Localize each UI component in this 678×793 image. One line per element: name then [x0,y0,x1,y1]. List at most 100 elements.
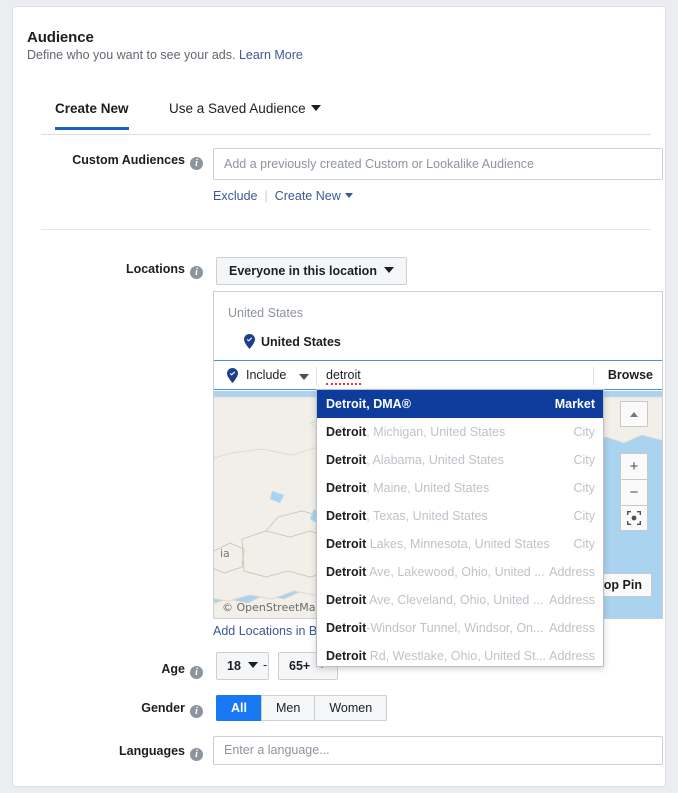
suggestion-rest: -Windsor Tunnel, Windsor, On... [366,621,543,635]
info-icon[interactable]: i [190,266,203,279]
gender-label-text: Gender [141,701,185,715]
create-new-audience-link[interactable]: Create New [275,189,341,203]
map-pin-icon [227,368,238,388]
locations-label-text: Locations [126,262,185,276]
chevron-down-icon[interactable] [299,374,309,380]
vertical-divider [316,367,317,385]
info-icon[interactable]: i [190,748,203,761]
chevron-down-icon [311,105,321,111]
suggestion-match: Detroit [326,565,366,579]
suggestion-row[interactable]: Detroit Ave, Cleveland, Ohio, United ...… [317,586,603,614]
suggestion-type: City [573,530,595,558]
map-zoom-out-button[interactable]: − [620,479,648,505]
map-recenter-button[interactable] [620,505,648,531]
gender-option-men[interactable]: Men [261,695,314,721]
custom-audiences-label-text: Custom Audiences [72,153,185,167]
suggestion-match: Detroit [326,593,366,607]
minus-icon: − [621,480,647,505]
location-include-bar: Include detroit Browse [213,360,663,390]
suggestion-match: Detroit [326,649,366,663]
plus-icon: + [621,454,647,479]
suggestion-row[interactable]: Detroit-Windsor Tunnel, Windsor, On... Ad… [317,614,603,642]
audience-tabs: Create New Use a Saved Audience [41,101,651,135]
age-range-dash: - [263,658,267,672]
suggestion-rest: , Maine, United States [366,481,489,495]
locations-label: Locations i [126,262,203,279]
age-min-select[interactable]: 18 [216,652,269,680]
suggestion-rest: Lakes, Minnesota, United States [366,537,549,551]
include-mode-label[interactable]: Include [246,368,286,382]
map-attribution: © OpenStreetMap [222,601,323,614]
subtitle-text: Define who you want to see your ads. [27,48,235,62]
suggestion-type: City [573,446,595,474]
gender-option-all[interactable]: All [216,695,261,721]
browse-button[interactable]: Browse [608,368,653,382]
suggestion-rest: , Michigan, United States [366,425,505,439]
suggestion-match: Detroit [326,453,366,467]
audience-card: Audience Define who you want to see your… [12,6,666,787]
chevron-down-icon [248,662,258,668]
chevron-down-icon [345,193,353,198]
location-search-input[interactable]: detroit [326,368,361,382]
suggestion-row[interactable]: Detroit, Alabama, United States City [317,446,603,474]
selected-location-chip[interactable]: United States [244,334,341,349]
gender-segmented-control: All Men Women [216,695,387,721]
map-collapse-button[interactable] [620,401,648,427]
languages-label: Languages i [119,744,203,761]
suggestion-row[interactable]: Detroit, DMA® Market [317,390,603,418]
vertical-divider [593,367,594,385]
suggestion-type: Address [549,558,595,586]
suggestion-match: Detroit [326,481,366,495]
languages-label-text: Languages [119,744,185,758]
map-zoom-in-button[interactable]: + [620,453,648,479]
suggestion-type: Address [549,614,595,642]
age-min-value: 18 [227,659,241,673]
info-icon[interactable]: i [190,705,203,718]
suggestion-type: Address [549,642,595,670]
custom-audiences-links: Exclude | Create New [213,189,353,203]
suggestion-rest: , Alabama, United States [366,453,504,467]
suggestion-rest: Ave, Lakewood, Ohio, United ... [366,565,544,579]
tab-saved-audience[interactable]: Use a Saved Audience [169,101,321,127]
map-pin-icon [244,334,255,349]
location-scope-select[interactable]: Everyone in this location [216,257,407,285]
tab-create-new[interactable]: Create New [55,101,129,130]
crosshair-icon [621,506,647,530]
selected-location-name: United States [261,335,341,349]
location-search-value: detroit [326,368,361,385]
suggestion-row[interactable]: Detroit Rd, Westlake, Ohio, United St...… [317,642,603,670]
suggestion-rest: , DMA® [366,397,411,411]
exclude-link[interactable]: Exclude [213,189,257,203]
page-title: Audience [27,29,94,46]
suggestion-match: Detroit [326,397,366,411]
suggestion-type: City [573,418,595,446]
suggestion-rest: Rd, Westlake, Ohio, United St... [366,649,546,663]
gender-option-women[interactable]: Women [314,695,387,721]
page-background: Audience Define who you want to see your… [0,0,678,793]
suggestion-match: Detroit [326,621,366,635]
link-divider: | [264,189,267,203]
custom-audiences-label: Custom Audiences i [72,153,203,170]
chevron-up-icon [621,402,647,426]
location-suggestions-dropdown[interactable]: Detroit, DMA®Market Detroit, Michigan, U… [316,389,604,667]
tab-create-new-label: Create New [55,101,129,116]
suggestion-row[interactable]: Detroit, Texas, United StatesCity [317,502,603,530]
suggestion-rest: Ave, Cleveland, Ohio, United ... [366,593,543,607]
info-icon[interactable]: i [190,157,203,170]
custom-audiences-input[interactable]: Add a previously created Custom or Looka… [213,148,663,180]
languages-input[interactable]: Enter a language... [213,736,663,765]
suggestion-match: Detroit [326,537,366,551]
location-group-header: United States [228,306,303,320]
suggestion-row[interactable]: Detroit, Maine, United States City [317,474,603,502]
suggestion-type: City [573,474,595,502]
suggestion-type: Address [549,586,595,614]
learn-more-link[interactable]: Learn More [239,48,303,62]
tab-saved-audience-label: Use a Saved Audience [169,101,306,116]
suggestion-row[interactable]: Detroit, Michigan, United StatesCity [317,418,603,446]
info-icon[interactable]: i [190,666,203,679]
suggestion-row[interactable]: Detroit Lakes, Minnesota, United States C… [317,530,603,558]
suggestion-match: Detroit [326,509,366,523]
suggestion-type: Market [555,390,595,418]
suggestion-row[interactable]: Detroit Ave, Lakewood, Ohio, United ... A… [317,558,603,586]
svg-text:ia: ia [220,547,230,560]
